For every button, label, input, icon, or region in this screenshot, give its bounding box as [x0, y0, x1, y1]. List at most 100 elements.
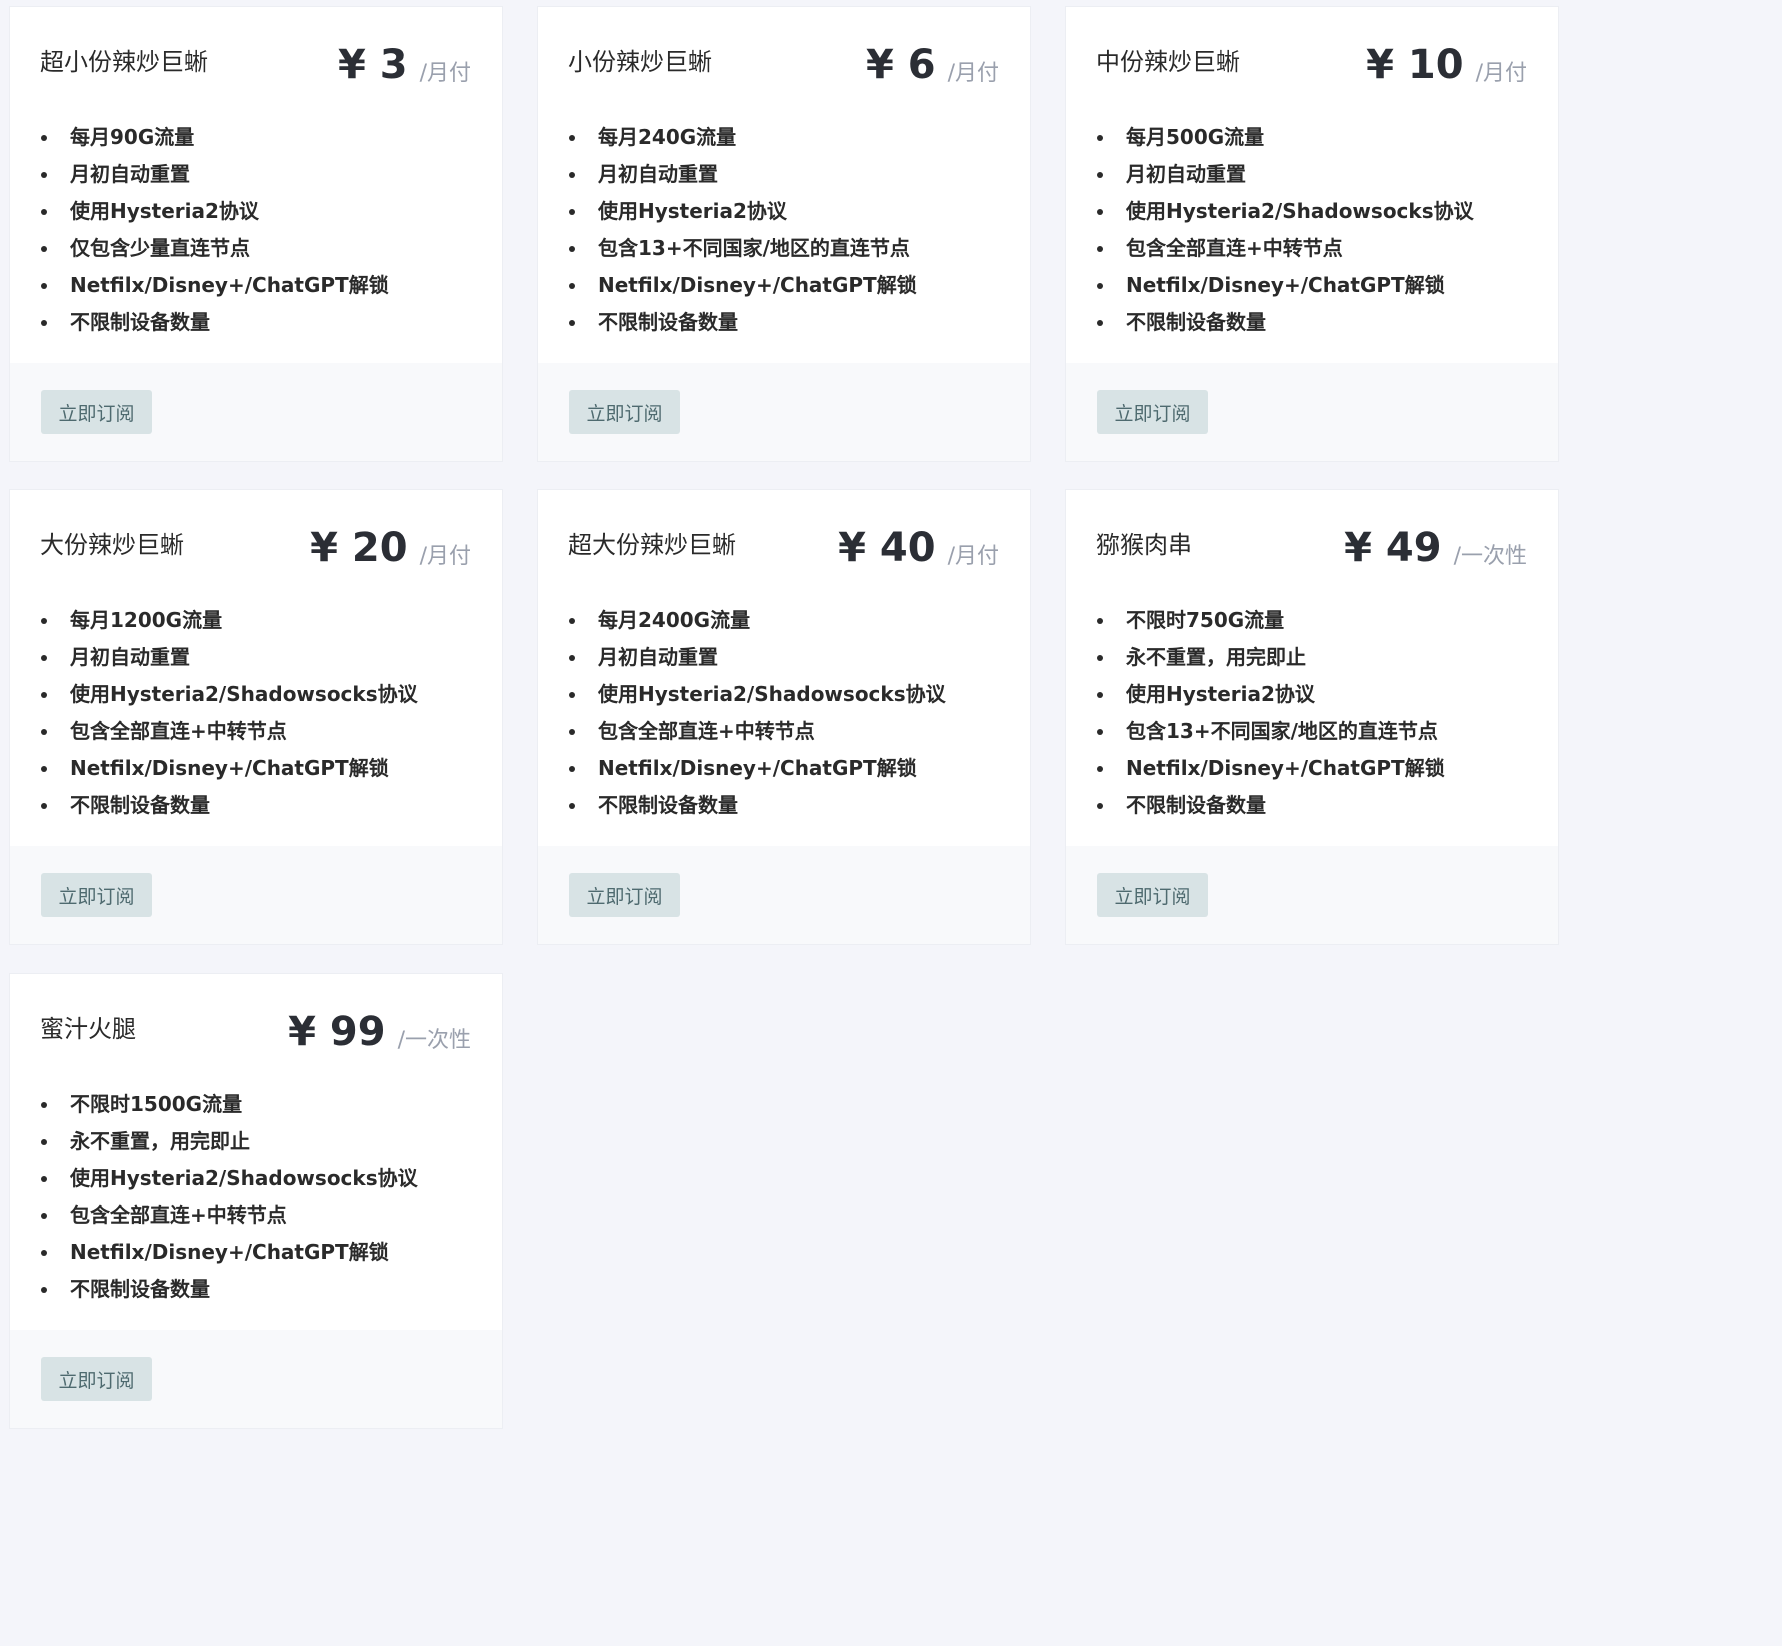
plan-feature: 包含13+不同国家/地区的直连节点 — [1096, 713, 1445, 750]
plan-feature-text: Netfilx/Disney+/ChatGPT解锁 — [70, 273, 389, 297]
plan-card: 小份辣炒巨蜥 ¥ 6/月付 每月240G流量 月初自动重置 使用Hysteria2协议包… — [538, 7, 1030, 461]
plan-card-body: 猕猴肉串 ¥ 49/一次性不限时750G流量 永不重置，用完即止 使用Hysteria… — [1066, 490, 1558, 846]
bullet-icon — [41, 209, 47, 215]
plan-feature: 使用Hysteria2/Shadowsocks协议 — [568, 676, 946, 713]
plan-feature-text: 不限制设备数量 — [70, 1277, 210, 1301]
plan-feature: 月初自动重置 — [40, 639, 418, 676]
plan-feature: 月初自动重置 — [40, 156, 389, 193]
plan-feature: 每月1200G流量 — [40, 602, 418, 639]
plan-card: 中份辣炒巨蜥 ¥ 10/月付 每月500G流量 月初自动重置 使用Hysteria2/S… — [1066, 7, 1558, 461]
plan-card-footer: 立即订阅 — [1066, 363, 1558, 461]
plan-feature-text: Netfilx/Disney+/ChatGPT解锁 — [598, 756, 917, 780]
plan-feature: 不限制设备数量 — [1096, 787, 1445, 824]
plan-feature: 永不重置，用完即止 — [40, 1123, 418, 1160]
plan-card-footer: 立即订阅 — [538, 363, 1030, 461]
bullet-icon — [41, 1213, 47, 1219]
plan-card-body: 超小份辣炒巨蜥 ¥ 3/月付 每月90G流量 月初自动重置 使用Hysteria2协议仅… — [10, 7, 502, 363]
plan-feature: 使用Hysteria2协议 — [568, 193, 917, 230]
bullet-icon — [41, 1287, 47, 1293]
subscribe-button[interactable]: 立即订阅 — [41, 1357, 152, 1401]
bullet-icon — [1097, 172, 1103, 178]
plan-feature-text: 月初自动重置 — [1126, 162, 1246, 186]
plan-price-unit: /月付 — [419, 544, 471, 569]
plan-feature: 月初自动重置 — [1096, 156, 1474, 193]
plan-card: 超大份辣炒巨蜥 ¥ 40/月付 每月2400G流量 月初自动重置 使用Hysteria2… — [538, 490, 1030, 944]
plan-feature-text: 不限制设备数量 — [1126, 793, 1266, 817]
plan-feature-list: 每月1200G流量月初自动重置使用Hysteria2/Shadowsocks协议… — [40, 602, 418, 824]
plan-feature-text: 使用Hysteria2协议 — [1126, 682, 1315, 706]
plan-feature: 每月500G流量 — [1096, 119, 1474, 156]
plan-price-block: ¥ 10/月付 — [1366, 43, 1527, 87]
subscribe-button[interactable]: 立即订阅 — [41, 873, 152, 917]
plan-feature-list: 不限时750G流量 永不重置，用完即止 使用Hysteria2协议 包含13+不同国家… — [1096, 602, 1445, 824]
plan-feature: Netfilx/Disney+/ChatGPT解锁 — [568, 750, 946, 787]
bullet-icon — [1097, 246, 1103, 252]
bullet-icon — [1097, 655, 1103, 661]
plan-feature-text: 使用Hysteria2协议 — [70, 199, 259, 223]
plan-price-unit: /一次性 — [397, 1028, 471, 1053]
bullet-icon — [1097, 692, 1103, 698]
plan-price-block: ¥ 49/一次性 — [1344, 526, 1527, 570]
plan-card-footer: 立即订阅 — [10, 363, 502, 461]
bullet-icon — [569, 246, 575, 252]
plan-feature: 包含13+不同国家/地区的直连节点 — [568, 230, 917, 267]
plan-feature-text: Netfilx/Disney+/ChatGPT解锁 — [70, 1240, 389, 1264]
subscribe-button[interactable]: 立即订阅 — [569, 390, 680, 434]
plan-feature-list: 每月90G流量 月初自动重置 使用Hysteria2协议 仅包含少量直连节点 Netfi… — [40, 119, 389, 341]
plan-feature-text: 不限时1500G流量 — [70, 1092, 243, 1116]
plan-price-unit: /月付 — [419, 61, 471, 86]
plan-feature: 包含全部直连+中转节点 — [40, 1197, 418, 1234]
plan-feature-text: 仅包含少量直连节点 — [70, 236, 250, 260]
plan-price-unit: /一次性 — [1453, 544, 1527, 569]
plan-feature-text: 使用Hysteria2/Shadowsocks协议 — [70, 1166, 418, 1190]
bullet-icon — [1097, 283, 1103, 289]
plan-feature-text: 包含全部直连+中转节点 — [70, 1203, 287, 1227]
subscribe-button[interactable]: 立即订阅 — [569, 873, 680, 917]
bullet-icon — [41, 172, 47, 178]
plan-title: 中份辣炒巨蜥 — [1096, 48, 1240, 76]
plan-feature-text: Netfilx/Disney+/ChatGPT解锁 — [70, 756, 389, 780]
bullet-icon — [41, 1102, 47, 1108]
subscribe-button[interactable]: 立即订阅 — [1097, 873, 1208, 917]
plan-feature: 不限制设备数量 — [568, 304, 917, 341]
plan-price: ¥ 10 — [1366, 42, 1464, 88]
plan-price-block: ¥ 40/月付 — [838, 526, 999, 570]
plan-feature-text: 永不重置，用完即止 — [70, 1129, 250, 1153]
plan-feature: 不限制设备数量 — [40, 1271, 418, 1308]
plan-feature: 使用Hysteria2协议 — [40, 193, 389, 230]
plan-feature-text: 使用Hysteria2/Shadowsocks协议 — [598, 682, 946, 706]
plan-feature: Netfilx/Disney+/ChatGPT解锁 — [1096, 267, 1474, 304]
bullet-icon — [1097, 209, 1103, 215]
bullet-icon — [41, 1250, 47, 1256]
plan-feature-text: 每月500G流量 — [1126, 125, 1265, 149]
plan-card-body: 大份辣炒巨蜥 ¥ 20/月付 每月1200G流量 月初自动重置 使用Hysteria2/… — [10, 490, 502, 846]
bullet-icon — [569, 172, 575, 178]
plan-price: ¥ 3 — [337, 42, 408, 88]
plan-feature-list: 不限时1500G流量 永不重置，用完即止使用Hysteria2/Shadowsoc… — [40, 1086, 418, 1308]
plan-price-unit: /月付 — [947, 61, 999, 86]
bullet-icon — [41, 692, 47, 698]
bullet-icon — [569, 803, 575, 809]
subscribe-button[interactable]: 立即订阅 — [41, 390, 152, 434]
bullet-icon — [41, 803, 47, 809]
bullet-icon — [41, 618, 47, 624]
plan-feature-text: 月初自动重置 — [70, 645, 190, 669]
plan-feature-text: 每月2400G流量 — [598, 608, 751, 632]
bullet-icon — [41, 766, 47, 772]
plan-feature: Netfilx/Disney+/ChatGPT解锁 — [40, 267, 389, 304]
subscribe-button[interactable]: 立即订阅 — [1097, 390, 1208, 434]
bullet-icon — [41, 135, 47, 141]
plan-feature: 月初自动重置 — [568, 156, 917, 193]
bullet-icon — [41, 283, 47, 289]
plan-feature: 包含全部直连+中转节点 — [568, 713, 946, 750]
plan-feature: 使用Hysteria2/Shadowsocks协议 — [40, 676, 418, 713]
plan-feature: 月初自动重置 — [568, 639, 946, 676]
plan-price-block: ¥ 6/月付 — [866, 43, 999, 87]
bullet-icon — [41, 1139, 47, 1145]
plan-card-body: 小份辣炒巨蜥 ¥ 6/月付 每月240G流量 月初自动重置 使用Hysteria2协议包… — [538, 7, 1030, 363]
plan-title: 猕猴肉串 — [1096, 531, 1192, 559]
plan-feature-text: 月初自动重置 — [598, 645, 718, 669]
bullet-icon — [569, 618, 575, 624]
plan-feature-list: 每月240G流量 月初自动重置 使用Hysteria2协议 包含13+不同国家/地区的… — [568, 119, 917, 341]
plan-feature: 使用Hysteria2协议 — [1096, 676, 1445, 713]
